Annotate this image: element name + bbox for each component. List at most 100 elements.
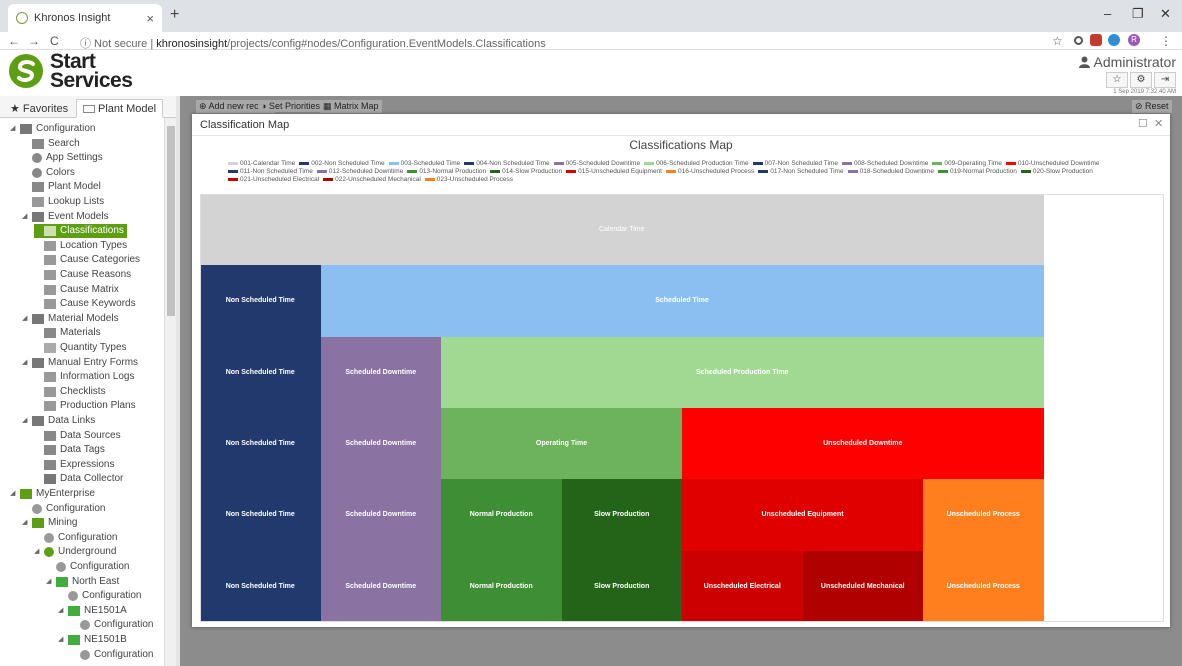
reload-button[interactable]: C bbox=[50, 34, 59, 48]
tree-item[interactable]: Configuration bbox=[58, 589, 141, 603]
treemap-cell[interactable]: Slow Production bbox=[561, 479, 682, 551]
treemap-cell[interactable]: Unscheduled Downtime bbox=[682, 408, 1044, 480]
legend-item[interactable]: 016-Unscheduled Process bbox=[665, 168, 754, 176]
tree-item[interactable]: Cause Categories bbox=[34, 253, 140, 267]
legend-item[interactable]: 015-Unscheduled Equipment bbox=[566, 168, 662, 176]
tree-item[interactable]: ◢ Material Models bbox=[22, 312, 119, 326]
tree-item[interactable]: Classifications bbox=[34, 224, 127, 239]
legend-item[interactable]: 004-Non Scheduled Time bbox=[464, 160, 550, 168]
treemap-cell[interactable]: Non Scheduled Time bbox=[200, 265, 321, 337]
treemap-cell[interactable]: Scheduled Downtime bbox=[320, 408, 441, 480]
tree-item[interactable]: Configuration bbox=[70, 618, 153, 632]
set-priorities-button[interactable]: ◑ Set Priorities bbox=[258, 100, 323, 112]
tree-item[interactable]: Cause Matrix bbox=[34, 283, 119, 297]
extension-red-icon[interactable] bbox=[1090, 34, 1102, 46]
tree-item[interactable]: ◢ Manual Entry Forms bbox=[22, 356, 138, 370]
legend-item[interactable]: 020-Slow Production bbox=[1020, 168, 1093, 176]
minimize-button[interactable]: – bbox=[1104, 6, 1111, 21]
window-close-button[interactable]: ✕ bbox=[1160, 6, 1171, 22]
url-field[interactable]: ⓘ Not secure | khronosinsight/projects/c… bbox=[80, 35, 546, 51]
treemap-cell[interactable]: Slow Production bbox=[561, 550, 682, 622]
browser-tab[interactable]: Khronos Insight × bbox=[8, 4, 162, 32]
legend-item[interactable]: 018-Scheduled Downtime bbox=[847, 168, 934, 176]
tab-close-icon[interactable]: × bbox=[146, 11, 154, 26]
tree-item[interactable]: Location Types bbox=[34, 239, 127, 253]
treemap-cell[interactable]: Unscheduled Equipment bbox=[682, 479, 923, 551]
treemap-cell[interactable]: Scheduled Downtime bbox=[320, 479, 441, 551]
logout-button[interactable]: ⇥ bbox=[1154, 72, 1176, 88]
expand-arrow-icon[interactable]: ◢ bbox=[10, 487, 20, 501]
expand-arrow-icon[interactable]: ◢ bbox=[22, 414, 32, 428]
tree-item[interactable]: Configuration bbox=[34, 531, 117, 545]
treemap-cell[interactable]: Scheduled Time bbox=[320, 265, 1044, 337]
legend-item[interactable]: 023-Unscheduled Process bbox=[424, 176, 513, 184]
tree-item[interactable]: Production Plans bbox=[34, 399, 136, 413]
tree-item[interactable]: Cause Reasons bbox=[34, 268, 131, 282]
extension-blue-icon[interactable] bbox=[1108, 34, 1120, 46]
legend-item[interactable]: 009-Operating Time bbox=[932, 160, 1002, 168]
expand-arrow-icon[interactable]: ◢ bbox=[22, 312, 32, 326]
legend-item[interactable]: 003-Scheduled Time bbox=[388, 160, 460, 168]
tree-item[interactable]: Data Tags bbox=[34, 443, 105, 457]
tree-item[interactable]: Colors bbox=[22, 166, 75, 180]
tree-item[interactable]: Quantity Types bbox=[34, 341, 127, 355]
tree-item[interactable]: Plant Model bbox=[22, 180, 101, 194]
extension-circle-icon[interactable] bbox=[1074, 36, 1083, 45]
treemap-cell[interactable]: Non Scheduled Time bbox=[200, 336, 321, 408]
scrollbar-thumb[interactable] bbox=[167, 126, 175, 316]
restore-button[interactable]: ❐ bbox=[1132, 6, 1144, 22]
treemap-cell[interactable]: Non Scheduled Time bbox=[200, 479, 321, 551]
legend-item[interactable]: 021-Unscheduled Electrical bbox=[228, 176, 319, 184]
legend-item[interactable]: 010-Unscheduled Downtime bbox=[1005, 160, 1099, 168]
legend-item[interactable]: 006-Scheduled Production Time bbox=[644, 160, 749, 168]
legend-item[interactable]: 014-Slow Production bbox=[490, 168, 562, 176]
legend-item[interactable]: 002-Non Scheduled Time bbox=[299, 160, 385, 168]
tab-favorites[interactable]: ★ Favorites bbox=[4, 99, 74, 118]
tree-item[interactable]: ◢ MyEnterprise bbox=[10, 487, 95, 501]
new-tab-button[interactable]: + bbox=[170, 6, 179, 24]
legend-item[interactable]: 022-Unscheduled Mechanical bbox=[323, 176, 421, 184]
treemap-cell[interactable]: Unscheduled Process bbox=[923, 550, 1044, 622]
treemap-cell[interactable]: Calendar Time bbox=[200, 194, 1044, 266]
legend-item[interactable]: 019-Normal Production bbox=[938, 168, 1017, 176]
expand-arrow-icon[interactable]: ◢ bbox=[46, 575, 56, 589]
tree-item[interactable]: Search bbox=[22, 137, 80, 151]
browser-menu-icon[interactable]: ⋮ bbox=[1160, 34, 1172, 48]
expand-arrow-icon[interactable]: ◢ bbox=[22, 516, 32, 530]
treemap-cell[interactable]: Unscheduled Process bbox=[923, 479, 1044, 551]
back-button[interactable]: ← bbox=[8, 34, 20, 48]
treemap-cell[interactable]: Non Scheduled Time bbox=[200, 408, 321, 480]
tree-item[interactable]: ◢ Data Links bbox=[22, 414, 95, 428]
tree-item[interactable]: Configuration bbox=[70, 648, 153, 662]
expand-arrow-icon[interactable]: ◢ bbox=[22, 356, 32, 370]
legend-item[interactable]: 007-Non Scheduled Time bbox=[752, 160, 838, 168]
tree-item[interactable]: Cause Keywords bbox=[34, 297, 136, 311]
expand-arrow-icon[interactable]: ◢ bbox=[58, 633, 68, 647]
treemap-cell[interactable]: Scheduled Production Time bbox=[441, 336, 1044, 408]
tree-item[interactable]: ◢ Event Models bbox=[22, 210, 109, 224]
tree-item[interactable]: App Settings bbox=[22, 151, 103, 165]
treemap-cell[interactable]: Unscheduled Mechanical bbox=[802, 550, 923, 622]
tree-item[interactable]: ◢ Configuration bbox=[10, 122, 95, 136]
tab-plant-model[interactable]: Plant Model bbox=[76, 99, 164, 118]
treemap-cell[interactable]: Scheduled Downtime bbox=[320, 550, 441, 622]
tree-item[interactable]: Checklists bbox=[34, 385, 106, 399]
tree-scrollbar[interactable] bbox=[164, 118, 176, 666]
forward-button[interactable]: → bbox=[28, 34, 40, 48]
treemap-cell[interactable]: Operating Time bbox=[441, 408, 682, 480]
legend-item[interactable]: 013-Normal Production bbox=[407, 168, 486, 176]
tree-item[interactable]: Information Logs bbox=[34, 370, 135, 384]
tree-item[interactable]: Expressions bbox=[34, 458, 114, 472]
expand-arrow-icon[interactable]: ◢ bbox=[22, 210, 32, 224]
tree-item[interactable]: Lookup Lists bbox=[22, 195, 104, 209]
treemap-cell[interactable]: Unscheduled Electrical bbox=[682, 550, 803, 622]
tree-item[interactable]: ◢ NE1501B bbox=[58, 633, 127, 647]
profile-avatar[interactable]: R bbox=[1128, 34, 1140, 46]
legend-item[interactable]: 017-Non Scheduled Time bbox=[758, 168, 844, 176]
expand-arrow-icon[interactable]: ◢ bbox=[34, 545, 44, 559]
treemap-cell[interactable]: Non Scheduled Time bbox=[200, 550, 321, 622]
favorite-button[interactable]: ☆ bbox=[1106, 72, 1128, 88]
tree-item[interactable]: ◢ North East bbox=[46, 575, 119, 589]
tree-item[interactable]: Data Sources bbox=[34, 429, 121, 443]
maximize-icon[interactable]: ☐ bbox=[1138, 117, 1148, 130]
